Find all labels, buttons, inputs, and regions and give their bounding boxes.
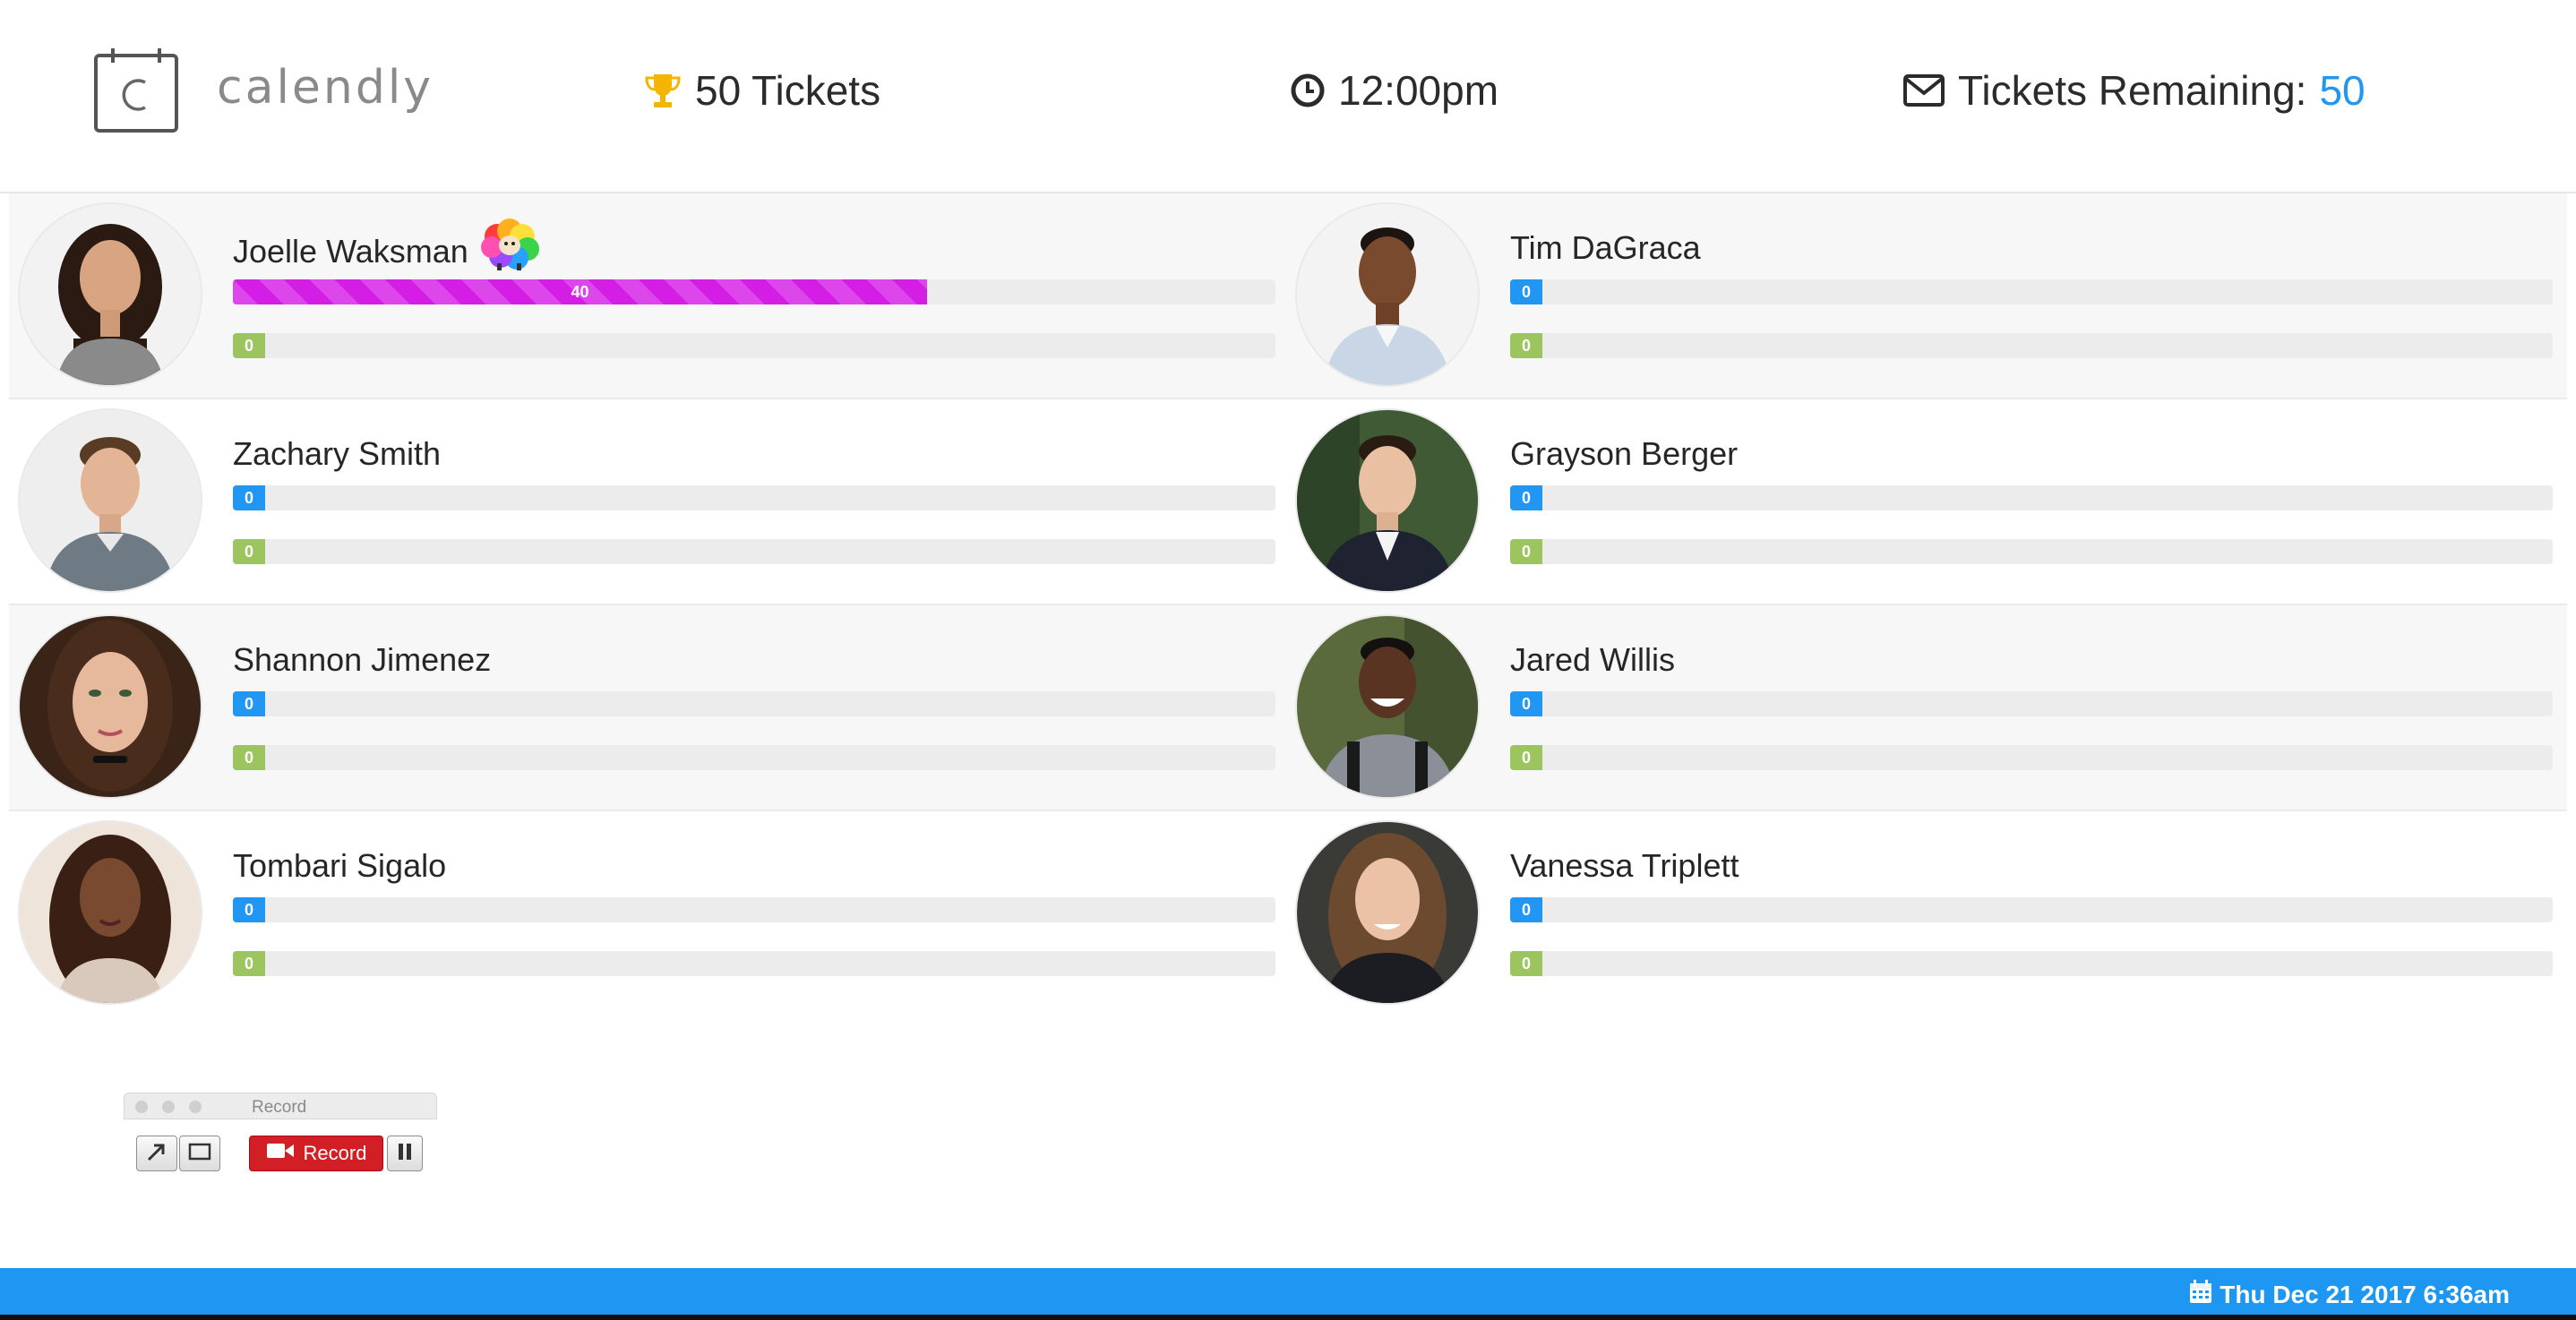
avatar xyxy=(1297,822,1478,1003)
tickets-remaining-count: 50 xyxy=(2319,67,2366,114)
arrow-icon xyxy=(145,1140,168,1168)
person-card: Joelle Waksman 40 0 xyxy=(9,193,1286,398)
avatar xyxy=(1297,616,1478,797)
clock-icon xyxy=(1290,73,1326,108)
avatar xyxy=(1297,410,1478,591)
top-header: calendly 50 Tickets 12:00pm Tickets Rema… xyxy=(0,0,2576,193)
progress-fill: 0 xyxy=(233,333,265,358)
progress-fill: 0 xyxy=(1510,279,1542,304)
tickets-progress-bar: 0 xyxy=(1510,485,2553,510)
person-name: Vanessa Triplett xyxy=(1510,847,1739,884)
progress-fill: 0 xyxy=(233,539,265,564)
secondary-progress-bar: 0 xyxy=(1510,745,2553,770)
progress-fill: 40 xyxy=(233,279,927,304)
tickets-progress-bar: 0 xyxy=(1510,279,2553,304)
minimize-window-dot[interactable] xyxy=(162,1101,175,1113)
pause-icon xyxy=(397,1142,413,1166)
secondary-progress-bar: 0 xyxy=(233,951,1275,976)
leaderboard-row: Zachary Smith 0 0 Grayson Berger 0 0 xyxy=(9,399,2567,605)
tickets-remaining: Tickets Remaining: 50 xyxy=(1902,66,2366,115)
time-label: 12:00pm xyxy=(1338,67,1499,114)
person-name: Tim DaGraca xyxy=(1510,229,1701,266)
person-card: Tim DaGraca 0 0 xyxy=(1286,193,2563,398)
tickets-total: 50 Tickets xyxy=(643,66,880,115)
leaderboard-row: Shannon Jimenez 0 0 Jared Willis 0 0 xyxy=(9,605,2567,811)
tickets-progress-bar: 0 xyxy=(1510,897,2553,922)
brand-name: calendly xyxy=(217,61,434,115)
tickets-progress-bar: 0 xyxy=(233,897,1275,922)
secondary-progress-bar: 0 xyxy=(1510,333,2553,358)
select-arrow-button[interactable] xyxy=(136,1136,177,1171)
person-name-text: Joelle Waksman xyxy=(233,233,468,270)
person-card: Tombari Sigalo 0 0 xyxy=(9,811,1286,1016)
person-name: Zachary Smith xyxy=(233,435,442,472)
record-button-label: Record xyxy=(303,1142,367,1164)
record-window-titlebar[interactable]: Record xyxy=(124,1093,437,1119)
person-card: Zachary Smith 0 0 xyxy=(9,399,1286,604)
footer-bar: Thu Dec 21 2017 6:36am xyxy=(0,1268,2576,1315)
person-name: Grayson Berger xyxy=(1510,435,1739,472)
person-name: Tombari Sigalo xyxy=(233,847,447,884)
avatar xyxy=(20,410,201,591)
progress-fill: 0 xyxy=(233,951,265,976)
avatar xyxy=(20,204,201,385)
camera-icon xyxy=(266,1141,295,1166)
progress-fill: 0 xyxy=(233,897,265,922)
progress-fill: 0 xyxy=(233,691,265,716)
record-button[interactable]: Record xyxy=(249,1136,383,1171)
record-widget: Record Record xyxy=(124,1093,437,1182)
tickets-total-label: 50 Tickets xyxy=(695,67,881,114)
tickets-progress-bar: 0 xyxy=(233,691,1275,716)
person-card: Grayson Berger 0 0 xyxy=(1286,399,2563,604)
avatar xyxy=(20,822,201,1003)
pause-button[interactable] xyxy=(387,1136,423,1171)
progress-fill: 0 xyxy=(1510,691,1542,716)
person-card: Shannon Jimenez 0 0 xyxy=(9,605,1286,810)
person-name: Shannon Jimenez xyxy=(233,641,492,678)
progress-fill: 0 xyxy=(1510,333,1542,358)
person-name: Jared Willis xyxy=(1510,641,1676,678)
envelope-icon xyxy=(1902,73,1945,107)
secondary-progress-bar: 0 xyxy=(233,745,1275,770)
tickets-progress-bar: 40 xyxy=(233,279,1275,304)
zoom-window-dot[interactable] xyxy=(189,1101,202,1113)
calendar-icon xyxy=(2189,1279,2212,1310)
window-icon xyxy=(188,1143,211,1165)
time-display: 12:00pm xyxy=(1290,66,1498,115)
person-name: Joelle Waksman xyxy=(233,219,542,279)
leaderboard-row: Tombari Sigalo 0 0 Vanessa Triplett 0 0 xyxy=(9,811,2567,1016)
secondary-progress-bar: 0 xyxy=(233,539,1275,564)
progress-fill: 0 xyxy=(1510,745,1542,770)
secondary-progress-bar: 0 xyxy=(1510,539,2553,564)
tickets-progress-bar: 0 xyxy=(1510,691,2553,716)
person-card: Vanessa Triplett 0 0 xyxy=(1286,811,2563,1016)
footer-date-text: Thu Dec 21 2017 6:36am xyxy=(2220,1280,2510,1308)
person-card: Jared Willis 0 0 xyxy=(1286,605,2563,810)
calendar-logo-icon xyxy=(93,47,179,134)
trophy-icon xyxy=(643,71,683,110)
progress-fill: 0 xyxy=(1510,485,1542,510)
footer-datetime: Thu Dec 21 2017 6:36am xyxy=(2189,1279,2510,1310)
progress-fill: 0 xyxy=(1510,951,1542,976)
progress-fill: 0 xyxy=(1510,539,1542,564)
tickets-remaining-label: Tickets Remaining: xyxy=(1958,67,2307,114)
avatar xyxy=(20,616,201,797)
select-window-button[interactable] xyxy=(179,1136,220,1171)
secondary-progress-bar: 0 xyxy=(233,333,1275,358)
rainbow-sheep-icon xyxy=(477,217,542,279)
progress-fill: 0 xyxy=(1510,897,1542,922)
close-window-dot[interactable] xyxy=(135,1101,148,1113)
leaderboard-row: Joelle Waksman 40 0 Tim DaGraca 0 0 xyxy=(9,193,2567,399)
avatar xyxy=(1297,204,1478,385)
secondary-progress-bar: 0 xyxy=(1510,951,2553,976)
progress-fill: 0 xyxy=(233,485,265,510)
tickets-progress-bar: 0 xyxy=(233,485,1275,510)
record-window-title: Record xyxy=(252,1098,307,1117)
screen-bottom-edge xyxy=(0,1315,2576,1320)
progress-fill: 0 xyxy=(233,745,265,770)
